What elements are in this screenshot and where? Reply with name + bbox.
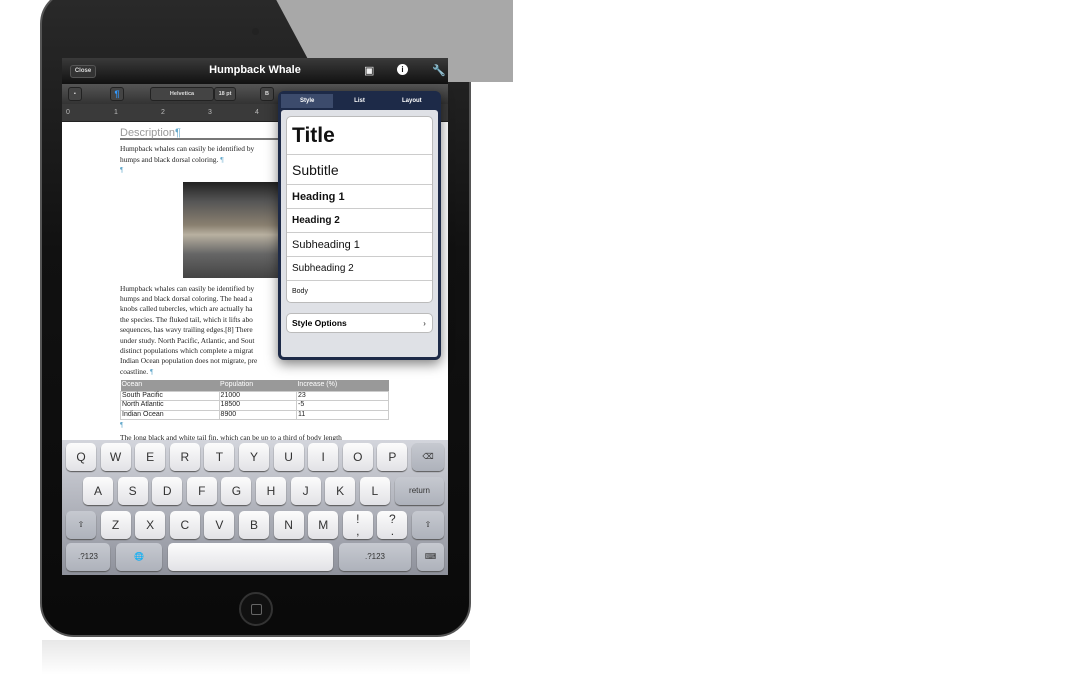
document-title: Humpback Whale [209, 64, 301, 76]
backspace-key[interactable]: ⌫ [412, 443, 444, 471]
tab-style[interactable]: Style [281, 94, 334, 108]
tab-layout[interactable]: Layout [386, 94, 438, 108]
key-8[interactable]: ? . [377, 511, 408, 539]
key-3[interactable]: V [204, 511, 235, 539]
bold-button[interactable]: B [260, 87, 274, 101]
space-bar[interactable] [168, 543, 333, 571]
key-r[interactable]: R [169, 443, 200, 471]
population-table[interactable]: Ocean Population Increase (%) South Pacifi… [120, 380, 390, 421]
ruler-tick: 3 [208, 109, 212, 116]
style-popover: Style List Layout Title Subtitle Heading… [278, 91, 441, 360]
key-2[interactable]: C [169, 511, 200, 539]
numbers-key[interactable]: .?123 [66, 543, 110, 571]
save-icon[interactable]: ▪ [68, 87, 82, 101]
image-icon[interactable]: ▣ [364, 64, 374, 77]
style-subheading-2[interactable]: Subheading 2 [287, 257, 432, 281]
table-row: South Pacific 21000 23 [120, 390, 390, 402]
ruler-tick: 4 [255, 109, 259, 116]
paragraph-style-icon[interactable]: ¶ [110, 87, 124, 101]
key-u[interactable]: U [273, 443, 304, 471]
font-button[interactable]: Helvetica [150, 87, 214, 101]
info-icon[interactable]: i [397, 64, 408, 75]
key-f[interactable]: F [186, 477, 217, 505]
key-4[interactable]: B [239, 511, 269, 539]
key-t[interactable]: T [204, 443, 235, 471]
style-list: Title Subtitle Heading 1 Heading 2 Subhe… [286, 116, 433, 303]
key-s[interactable]: S [117, 477, 148, 505]
key-k[interactable]: K [325, 477, 356, 505]
table-row: North Atlantic 18500 -5 [120, 400, 390, 411]
return-key[interactable]: return [395, 477, 444, 505]
shift-key-right[interactable]: ⇧ [412, 511, 444, 539]
key-h[interactable]: H [256, 477, 286, 505]
key-p[interactable]: P [377, 443, 408, 471]
hide-keyboard-key[interactable]: ⌨ [417, 543, 444, 571]
key-0[interactable]: Z [100, 511, 131, 539]
key-w[interactable]: W [100, 443, 131, 471]
key-l[interactable]: L [359, 477, 390, 505]
paragraph: humps and black dorsal coloring. [120, 154, 219, 164]
key-6[interactable]: M [308, 511, 339, 539]
ruler-tick: 1 [114, 109, 118, 116]
key-7[interactable]: ! , [342, 511, 373, 539]
key-o[interactable]: O [342, 443, 373, 471]
key-i[interactable]: I [308, 443, 339, 471]
style-heading-2[interactable]: Heading 2 [287, 209, 432, 233]
style-body[interactable]: Body [287, 281, 432, 302]
font-size-button[interactable]: 18 pt [214, 87, 236, 101]
key-e[interactable]: E [135, 443, 166, 471]
globe-key[interactable]: 🌐 [116, 543, 162, 571]
key-5[interactable]: N [273, 511, 304, 539]
reflection [42, 640, 470, 675]
numbers-key-right[interactable]: .?123 [339, 543, 411, 571]
style-subtitle[interactable]: Subtitle [287, 155, 432, 185]
style-heading-1[interactable]: Heading 1 [287, 185, 432, 209]
key-q[interactable]: Q [66, 443, 96, 471]
key-j[interactable]: J [290, 477, 321, 505]
title-bar: Close Humpback Whale ▣ i 🔧 [62, 58, 448, 84]
style-subheading-1[interactable]: Subheading 1 [287, 233, 432, 257]
key-d[interactable]: D [152, 477, 183, 505]
ruler-tick: 2 [161, 109, 165, 116]
wrench-icon[interactable]: 🔧 [432, 64, 446, 77]
key-y[interactable]: Y [239, 443, 269, 471]
chevron-right-icon: › [423, 318, 426, 328]
table-row: Indian Ocean 8900 11 [120, 409, 390, 421]
shift-key[interactable]: ⇧ [66, 511, 96, 539]
key-a[interactable]: A [83, 477, 113, 505]
key-1[interactable]: X [135, 511, 166, 539]
style-title[interactable]: Title [287, 117, 432, 155]
key-g[interactable]: G [221, 477, 252, 505]
home-button[interactable] [239, 592, 273, 626]
camera [252, 28, 259, 35]
keyboard: Q W E R T Y U I O P ⌫ A S D F G H J K Lreturn ⇧ Z X C V B N M! ,? .… [62, 440, 448, 575]
ruler-tick: 0 [66, 109, 70, 116]
tab-list[interactable]: List [333, 94, 385, 108]
style-options-button[interactable]: Style Options › [286, 313, 433, 333]
whale-skeleton-photo[interactable] [183, 181, 278, 278]
